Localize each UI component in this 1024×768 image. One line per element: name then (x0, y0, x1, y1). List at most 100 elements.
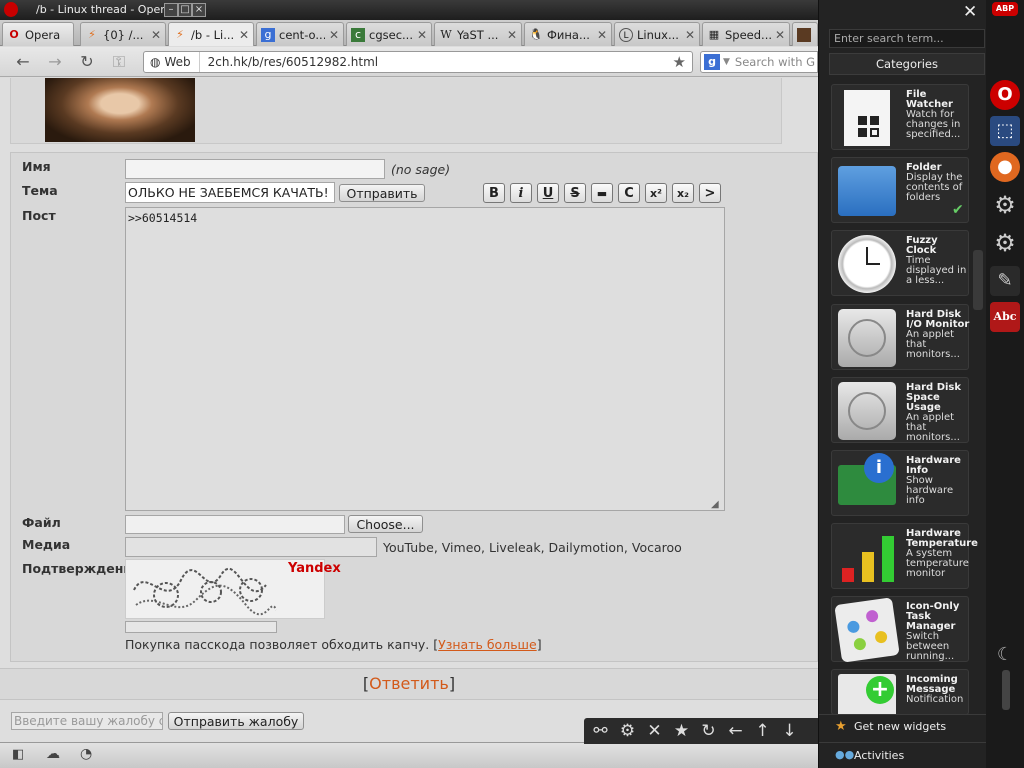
widget-panel: ✕ Enter search term... Categories File W… (818, 0, 987, 768)
tab-item[interactable]: 1 (792, 22, 818, 46)
tab-item[interactable]: W YaST ... ✕ (434, 22, 522, 46)
close-icon[interactable]: ✕ (417, 28, 427, 42)
widget-item-file-watcher[interactable]: File Watcher Watch for changes in specifi… (831, 84, 969, 150)
adblock-icon[interactable]: ABP (992, 2, 1018, 16)
dictionary-icon[interactable]: Abc (990, 302, 1020, 332)
settings-gear-icon[interactable]: ⚙ (990, 190, 1020, 220)
arrow-left-icon[interactable]: ← (723, 720, 748, 742)
submit-complaint-button[interactable]: Отправить жалобу (168, 712, 304, 730)
dock-scrollbar[interactable] (1002, 670, 1010, 710)
hard-disk-icon (838, 382, 896, 440)
bold-button[interactable]: B (483, 183, 505, 203)
widget-item-hard-disk-io[interactable]: Hard Disk I/O Monitor An applet that moni… (831, 304, 969, 370)
hard-disk-icon (838, 309, 896, 367)
widget-item-hardware-info[interactable]: i Hardware Info Show hardware info (831, 450, 969, 516)
media-input[interactable] (125, 537, 377, 557)
widget-item-fuzzy-clock[interactable]: Fuzzy Clock Time displayed in a less... (831, 230, 969, 296)
strike-button[interactable]: S (564, 183, 586, 203)
activities-button[interactable]: ●● Activities (819, 742, 987, 766)
file-path-field[interactable] (125, 515, 345, 534)
tab-item[interactable]: 🐧 Фина... ✕ (524, 22, 612, 46)
close-icon[interactable]: ✕ (685, 28, 695, 42)
forward-button[interactable]: → (44, 52, 66, 72)
key-icon[interactable]: ⚿ (108, 52, 130, 72)
favorite-star-icon[interactable]: ★ (669, 720, 694, 742)
post-label: Пост (22, 208, 56, 223)
arrow-up-icon[interactable]: ↑ (750, 720, 775, 742)
arrow-down-icon[interactable]: ↓ (777, 720, 802, 742)
widget-item-incoming-message[interactable]: + Incoming Message Notification (831, 669, 969, 715)
back-button[interactable]: ← (12, 52, 34, 72)
reply-bar: [Ответить] (0, 668, 818, 700)
opera-menu-button[interactable]: O Opera (2, 22, 74, 46)
superscript-button[interactable]: x² (645, 183, 667, 203)
code-button[interactable]: C (618, 183, 640, 203)
minimize-button[interactable]: – (164, 3, 178, 17)
plasma-icon[interactable]: ⚯ (588, 720, 613, 742)
subscript-button[interactable]: x₂ (672, 183, 694, 203)
categories-dropdown[interactable]: Categories (829, 53, 985, 75)
close-icon[interactable]: ✕ (329, 28, 339, 42)
wikipedia-icon: W (440, 27, 452, 41)
post-textarea[interactable]: >>60514514 (125, 207, 725, 511)
complaint-input[interactable]: Введите вашу жалобу с (11, 712, 163, 730)
spoiler-button[interactable]: ▬ (591, 183, 613, 203)
resize-handle-icon[interactable]: ◢ (711, 499, 719, 510)
widget-item-hard-disk-space[interactable]: Hard Disk Space Usage An applet that moni… (831, 377, 969, 443)
close-icon[interactable]: ✕ (775, 28, 785, 42)
selection-tool-icon[interactable]: ⬚ (990, 116, 1020, 146)
rotate-icon[interactable]: ↻ (696, 720, 721, 742)
reload-button[interactable]: ↻ (76, 52, 98, 72)
address-bar[interactable]: ◍ Web 2ch.hk/b/res/60512982.html ★ (143, 51, 693, 73)
widget-item-icon-only-task-manager[interactable]: Icon-Only Task Manager Switch between run… (831, 596, 969, 663)
clock-icon (838, 235, 896, 293)
captcha-input[interactable] (125, 621, 277, 633)
post-image[interactable] (45, 78, 195, 142)
send-button[interactable]: Отправить (339, 184, 425, 202)
close-icon[interactable]: ✕ (597, 28, 607, 42)
search-engine-dropdown-icon[interactable]: ▼ (723, 57, 730, 67)
underline-button[interactable]: U (537, 183, 559, 203)
subject-input[interactable]: ОЛЬКО НЕ ЗАЕБЕМСЯ КАЧАТЬ! (125, 182, 335, 203)
opera-icon[interactable]: O (990, 80, 1020, 110)
tab-item[interactable]: g cent-o... ✕ (256, 22, 344, 46)
widget-item-hardware-temperature[interactable]: Hardware Temperature A system temperature… (831, 523, 978, 589)
quote-button[interactable]: > (699, 183, 721, 203)
panel-scrollbar[interactable] (973, 250, 983, 310)
close-icon[interactable]: ✕ (507, 28, 517, 42)
learn-more-link[interactable]: Узнать больше (438, 637, 537, 652)
captcha-image[interactable]: Yandex (125, 559, 341, 619)
firefox-icon[interactable]: ● (990, 152, 1020, 182)
bookmark-star-icon[interactable]: ★ (673, 53, 692, 71)
tab-item-active[interactable]: ⚡ /b - Li... ✕ (168, 22, 254, 46)
speed-dial-icon[interactable]: ◔ (80, 746, 92, 762)
settings-gear-icon[interactable]: ⚙ (615, 720, 640, 742)
widget-item-folder[interactable]: Folder Display the contents of folders ✔ (831, 157, 969, 223)
choose-file-button[interactable]: Choose... (348, 515, 423, 533)
widget-title: Hardware Info (906, 455, 961, 476)
panel-toggle-icon[interactable]: ◧ (12, 747, 24, 762)
tab-item[interactable]: c cgsec... ✕ (346, 22, 432, 46)
close-panel-button[interactable]: ✕ (963, 2, 977, 22)
name-input[interactable] (125, 159, 385, 179)
widget-search-input[interactable]: Enter search term... (829, 29, 985, 48)
maximize-button[interactable]: □ (178, 3, 192, 17)
search-field[interactable]: g ▼ Search with G (700, 51, 818, 73)
close-icon[interactable]: ✕ (151, 28, 161, 42)
cloud-icon[interactable]: ☁ (46, 746, 60, 762)
close-icon[interactable]: ✕ (239, 28, 249, 42)
tab-item[interactable]: L Linux... ✕ (614, 22, 700, 46)
url-text[interactable]: 2ch.hk/b/res/60512982.html (200, 55, 673, 69)
penguin-icon: 🐧 (529, 27, 543, 41)
tab-item[interactable]: ▦ Speed... ✕ (702, 22, 790, 46)
close-icon[interactable]: ✕ (642, 720, 667, 742)
wrench-icon[interactable]: ✎ (990, 266, 1020, 296)
reply-link[interactable]: Ответить (369, 674, 449, 693)
close-window-button[interactable]: × (192, 3, 206, 17)
dos-settings-icon[interactable]: ⚙ (990, 228, 1020, 258)
web-badge[interactable]: ◍ Web (144, 52, 200, 72)
moon-icon[interactable]: ☾ (990, 640, 1020, 670)
italic-button[interactable]: i (510, 183, 532, 203)
get-new-widgets-button[interactable]: ★ Get new widgets (819, 714, 987, 738)
tab-item[interactable]: ⚡ {0} /... ✕ (80, 22, 166, 46)
